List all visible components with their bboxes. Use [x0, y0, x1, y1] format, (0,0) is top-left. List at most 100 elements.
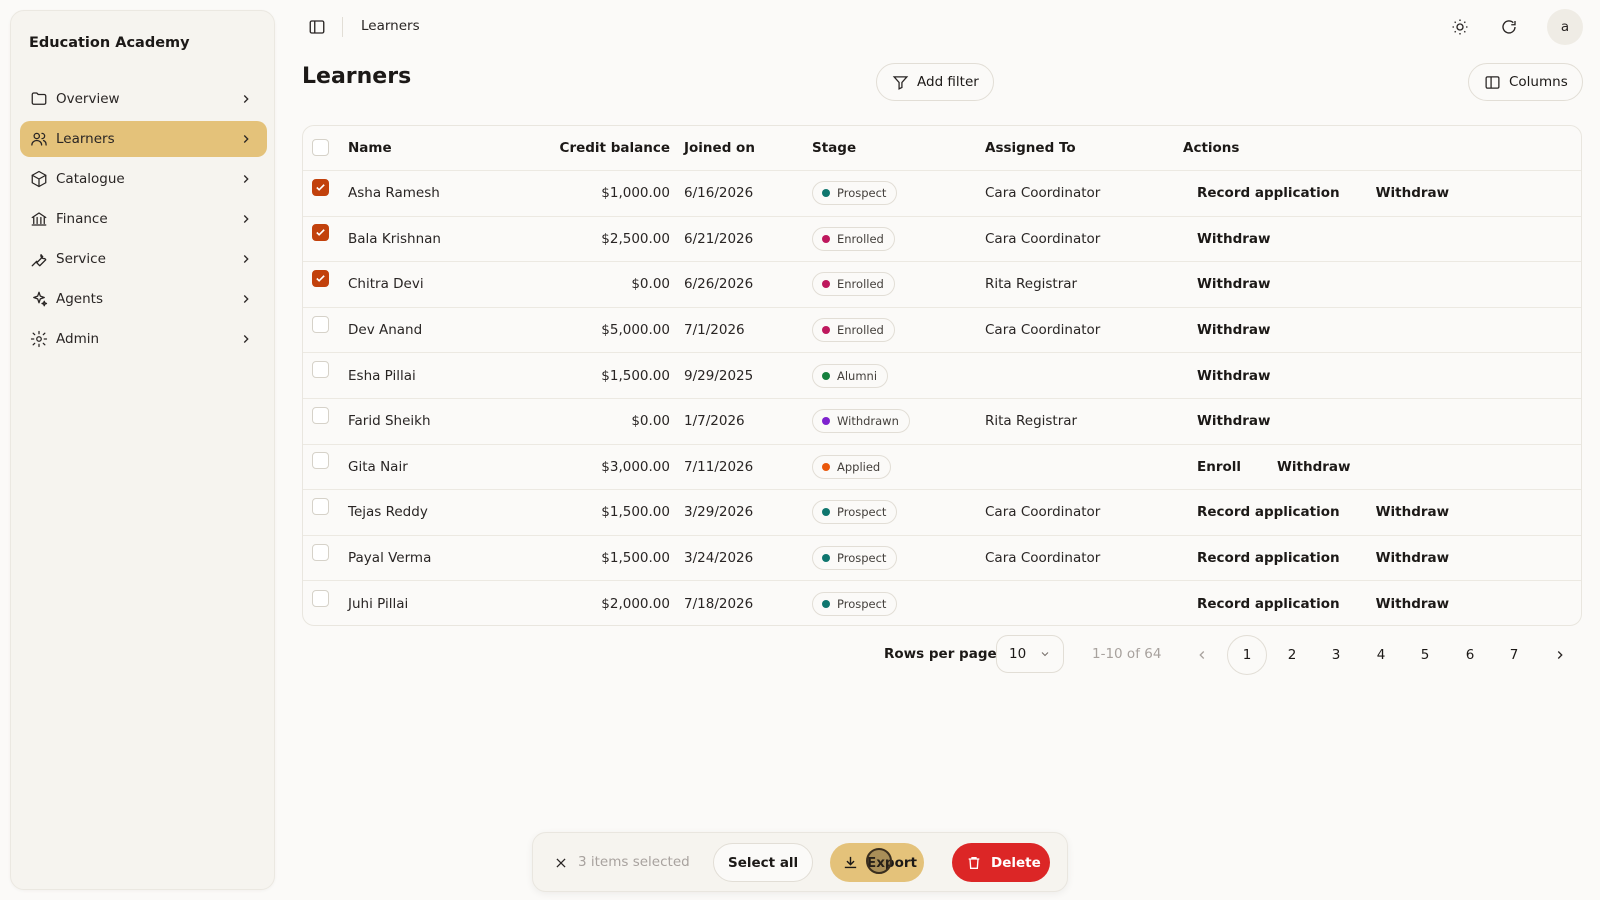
- sidebar-item-service[interactable]: Service: [20, 241, 267, 277]
- enroll-action[interactable]: Enroll: [1197, 459, 1241, 475]
- page-button-5[interactable]: 5: [1405, 635, 1445, 675]
- learner-name[interactable]: Tejas Reddy: [348, 490, 428, 535]
- breadcrumb[interactable]: Learners: [361, 18, 420, 34]
- withdraw-action[interactable]: Withdraw: [1277, 459, 1351, 475]
- withdraw-action[interactable]: Withdraw: [1376, 596, 1450, 612]
- stage-label: Prospect: [837, 505, 887, 520]
- sidebar-item-label: Finance: [56, 211, 108, 227]
- chevron-right-icon: [239, 332, 253, 346]
- refresh-icon[interactable]: [1497, 15, 1521, 39]
- sidebar-item-finance[interactable]: Finance: [20, 201, 267, 237]
- page-button-2[interactable]: 2: [1272, 635, 1312, 675]
- select-all-checkbox[interactable]: [312, 138, 329, 156]
- row-checkbox[interactable]: [312, 452, 329, 470]
- assigned-to: Rita Registrar: [985, 276, 1078, 293]
- learner-name[interactable]: Payal Verma: [348, 536, 431, 581]
- learner-name[interactable]: Asha Ramesh: [348, 171, 440, 216]
- joined-on: 3/24/2026: [684, 550, 754, 567]
- header-name[interactable]: Name: [348, 126, 392, 170]
- table-row[interactable]: Chitra Devi $0.00 6/26/2026 Enrolled Rita Re…: [303, 262, 1581, 308]
- export-button[interactable]: Export: [830, 843, 924, 882]
- stage-label: Prospect: [837, 186, 887, 201]
- learner-name[interactable]: Gita Nair: [348, 445, 408, 490]
- header-credit-balance[interactable]: Credit balance: [553, 126, 670, 170]
- joined-on: 6/21/2026: [684, 230, 754, 247]
- page-button-7[interactable]: 7: [1494, 635, 1534, 675]
- avatar[interactable]: a: [1547, 9, 1583, 45]
- page-button-3[interactable]: 3: [1316, 635, 1356, 675]
- row-checkbox[interactable]: [312, 361, 329, 379]
- withdraw-action[interactable]: Withdraw: [1376, 550, 1450, 566]
- table-row[interactable]: Esha Pillai $1,500.00 9/29/2025 Alumni Withd…: [303, 353, 1581, 399]
- joined-on: 6/16/2026: [684, 185, 754, 202]
- header-joined-on[interactable]: Joined on: [684, 126, 755, 170]
- learner-name[interactable]: Esha Pillai: [348, 353, 416, 398]
- sun-icon[interactable]: [1448, 15, 1472, 39]
- learner-name[interactable]: Juhi Pillai: [348, 581, 408, 625]
- table-row[interactable]: Tejas Reddy $1,500.00 3/29/2026 Prospect Car…: [303, 490, 1581, 536]
- page-button-6[interactable]: 6: [1450, 635, 1490, 675]
- status-dot: [822, 189, 830, 198]
- row-checkbox[interactable]: [312, 269, 329, 287]
- export-label: Export: [867, 854, 917, 871]
- table-row[interactable]: Payal Verma $1,500.00 3/24/2026 Prospect Car…: [303, 536, 1581, 582]
- close-icon[interactable]: [551, 853, 571, 873]
- table-row[interactable]: Asha Ramesh $1,000.00 6/16/2026 Prospect Car…: [303, 171, 1581, 217]
- sidebar-toggle-icon[interactable]: [307, 17, 327, 37]
- row-checkbox[interactable]: [312, 497, 329, 515]
- header-stage[interactable]: Stage: [812, 126, 856, 170]
- row-checkbox[interactable]: [312, 406, 329, 424]
- stage-badge: Prospect: [812, 546, 898, 571]
- learner-name[interactable]: Dev Anand: [348, 308, 422, 353]
- row-checkbox[interactable]: [312, 589, 329, 607]
- credit-balance: $1,500.00: [601, 367, 670, 384]
- table-row[interactable]: Dev Anand $5,000.00 7/1/2026 Enrolled Cara C…: [303, 308, 1581, 354]
- withdraw-action[interactable]: Withdraw: [1197, 368, 1271, 384]
- select-all-button[interactable]: Select all: [713, 843, 814, 882]
- page-button-1[interactable]: 1: [1227, 635, 1267, 675]
- sidebar-item-label: Learners: [56, 131, 115, 147]
- prev-page-button[interactable]: [1182, 635, 1222, 675]
- withdraw-action[interactable]: Withdraw: [1197, 413, 1271, 429]
- table-row[interactable]: Gita Nair $3,000.00 7/11/2026 Applied Enroll…: [303, 445, 1581, 491]
- add-filter-button[interactable]: Add filter: [876, 63, 994, 101]
- table-row[interactable]: Bala Krishnan $2,500.00 6/21/2026 Enrolled C…: [303, 217, 1581, 263]
- withdraw-action[interactable]: Withdraw: [1376, 185, 1450, 201]
- header-assigned-to[interactable]: Assigned To: [985, 126, 1076, 170]
- next-page-button[interactable]: [1540, 635, 1580, 675]
- page-button-4[interactable]: 4: [1361, 635, 1401, 675]
- delete-button[interactable]: Delete: [952, 843, 1050, 882]
- sidebar-item-catalogue[interactable]: Catalogue: [20, 161, 267, 197]
- withdraw-action[interactable]: Withdraw: [1197, 322, 1271, 338]
- rows-per-page-select[interactable]: 10: [996, 635, 1064, 673]
- withdraw-action[interactable]: Withdraw: [1376, 504, 1450, 520]
- learner-name[interactable]: Chitra Devi: [348, 262, 424, 307]
- pagination-range: 1-10 of 64: [1092, 646, 1162, 662]
- record-application-action[interactable]: Record application: [1197, 596, 1340, 612]
- stage-label: Withdrawn: [837, 414, 899, 429]
- sidebar-item-learners[interactable]: Learners: [20, 121, 267, 157]
- row-checkbox[interactable]: [312, 315, 329, 333]
- record-application-action[interactable]: Record application: [1197, 504, 1340, 520]
- record-application-action[interactable]: Record application: [1197, 185, 1340, 201]
- chevron-right-icon: [239, 292, 253, 306]
- row-checkbox[interactable]: [312, 543, 329, 561]
- withdraw-action[interactable]: Withdraw: [1197, 276, 1271, 292]
- withdraw-action[interactable]: Withdraw: [1197, 231, 1271, 247]
- table-row[interactable]: Farid Sheikh $0.00 1/7/2026 Withdrawn Rita R…: [303, 399, 1581, 445]
- joined-on: 9/29/2025: [684, 367, 754, 384]
- sidebar-item-admin[interactable]: Admin: [20, 321, 267, 357]
- credit-balance: $0.00: [631, 276, 670, 293]
- row-checkbox[interactable]: [312, 178, 329, 196]
- learner-name[interactable]: Farid Sheikh: [348, 399, 431, 444]
- learner-name[interactable]: Bala Krishnan: [348, 217, 441, 262]
- sidebar-item-agents[interactable]: Agents: [20, 281, 267, 317]
- status-dot: [822, 371, 830, 380]
- sidebar-item-overview[interactable]: Overview: [20, 81, 267, 117]
- gear-icon: [30, 330, 48, 348]
- columns-button[interactable]: Columns: [1468, 63, 1583, 101]
- table-row[interactable]: Juhi Pillai $2,000.00 7/18/2026 Prospect Rec…: [303, 581, 1581, 625]
- row-checkbox[interactable]: [312, 224, 329, 242]
- chevron-right-icon: [239, 252, 253, 266]
- record-application-action[interactable]: Record application: [1197, 550, 1340, 566]
